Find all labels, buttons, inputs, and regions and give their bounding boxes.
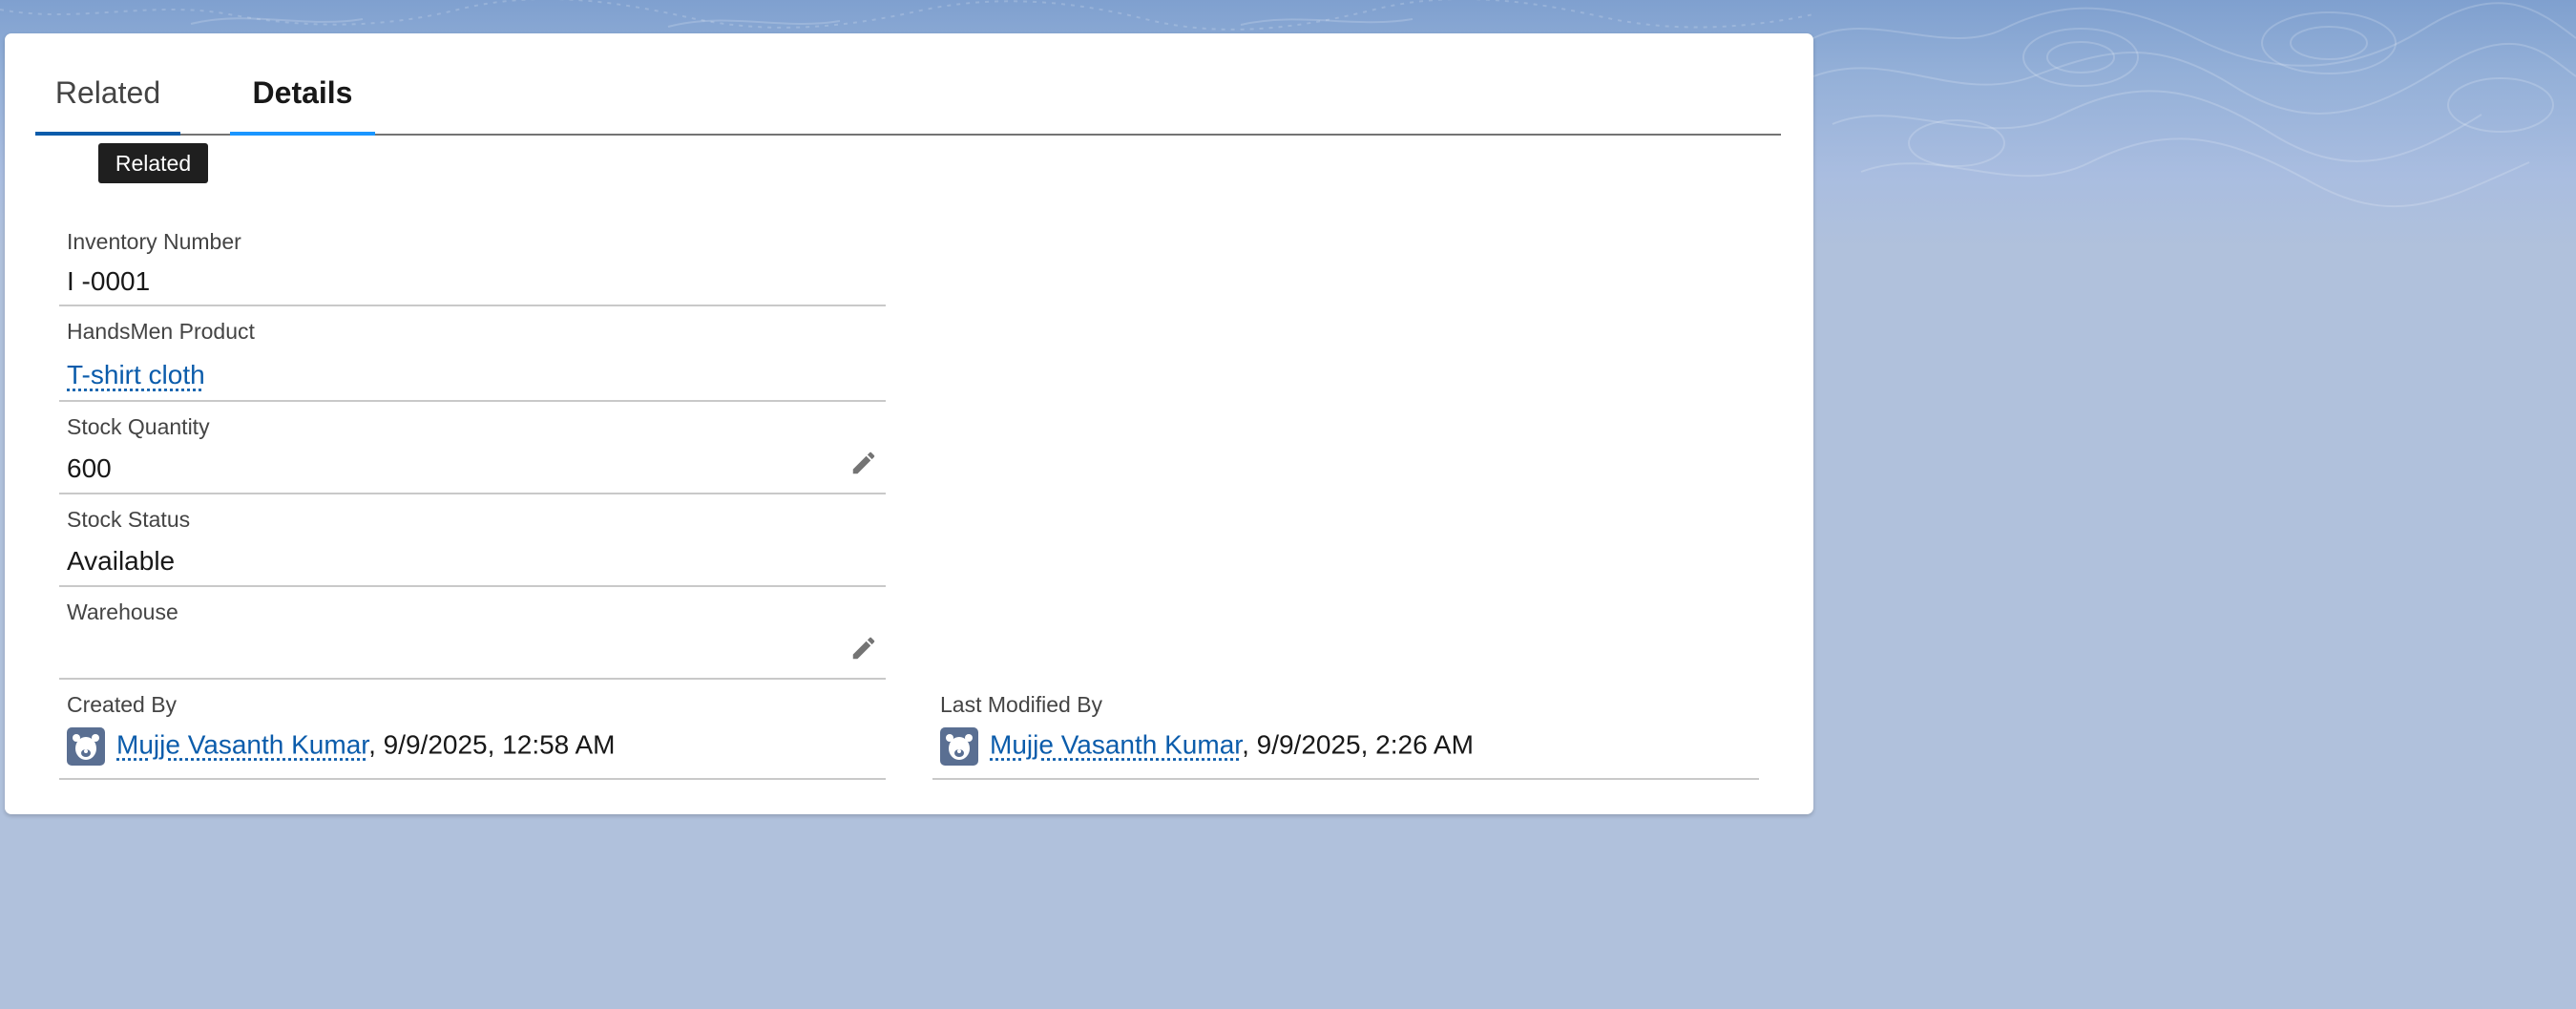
field-value: Available — [67, 546, 176, 576]
field-last-modified-by: Last Modified By Mujje Vasanth Kumar, 9/… — [932, 680, 1759, 780]
field-label: HandsMen Product — [67, 319, 255, 344]
tooltip: Related — [98, 143, 208, 183]
field-stock-quantity: Stock Quantity 600 — [59, 402, 886, 494]
tab-details-label: Details — [252, 75, 353, 110]
last-modified-by-timestamp: , 9/9/2025, 2:26 AM — [1242, 729, 1474, 760]
field-value: I -0001 — [67, 266, 151, 296]
field-value: 600 — [67, 453, 112, 483]
field-handsmen-product: HandsMen Product T-shirt cloth — [59, 306, 886, 402]
tab-bar: Related Details — [35, 33, 1781, 136]
created-by-timestamp: , 9/9/2025, 12:58 AM — [368, 729, 616, 760]
pencil-icon[interactable] — [849, 449, 878, 477]
field-label: Last Modified By — [940, 692, 1103, 717]
field-label: Created By — [67, 692, 178, 717]
created-by-user-link[interactable]: Mujje Vasanth Kumar — [116, 729, 368, 759]
pencil-icon[interactable] — [849, 634, 878, 662]
user-avatar-icon[interactable] — [940, 727, 978, 766]
last-modified-by-user-link[interactable]: Mujje Vasanth Kumar — [990, 729, 1242, 759]
tab-details[interactable]: Details — [230, 74, 375, 136]
tab-related-underline — [35, 132, 180, 136]
field-warehouse: Warehouse — [59, 587, 886, 680]
tab-related-label: Related — [54, 75, 161, 110]
tab-related[interactable]: Related — [35, 74, 180, 136]
field-label: Stock Status — [67, 507, 191, 532]
tab-details-underline — [230, 132, 375, 136]
field-created-by: Created By Mujje Vasanth Kumar, 9/9/2025… — [59, 680, 886, 780]
user-avatar-icon[interactable] — [67, 727, 105, 766]
field-stock-status: Stock Status Available — [59, 494, 886, 587]
field-label: Warehouse — [67, 599, 178, 624]
handsmen-product-link[interactable]: T-shirt cloth — [67, 360, 205, 389]
field-label: Inventory Number — [67, 229, 241, 254]
record-details-card: Related Details Related Inventory Number… — [5, 33, 1813, 814]
field-label: Stock Quantity — [67, 414, 210, 439]
field-inventory-number: Inventory Number I -0001 — [59, 186, 886, 306]
